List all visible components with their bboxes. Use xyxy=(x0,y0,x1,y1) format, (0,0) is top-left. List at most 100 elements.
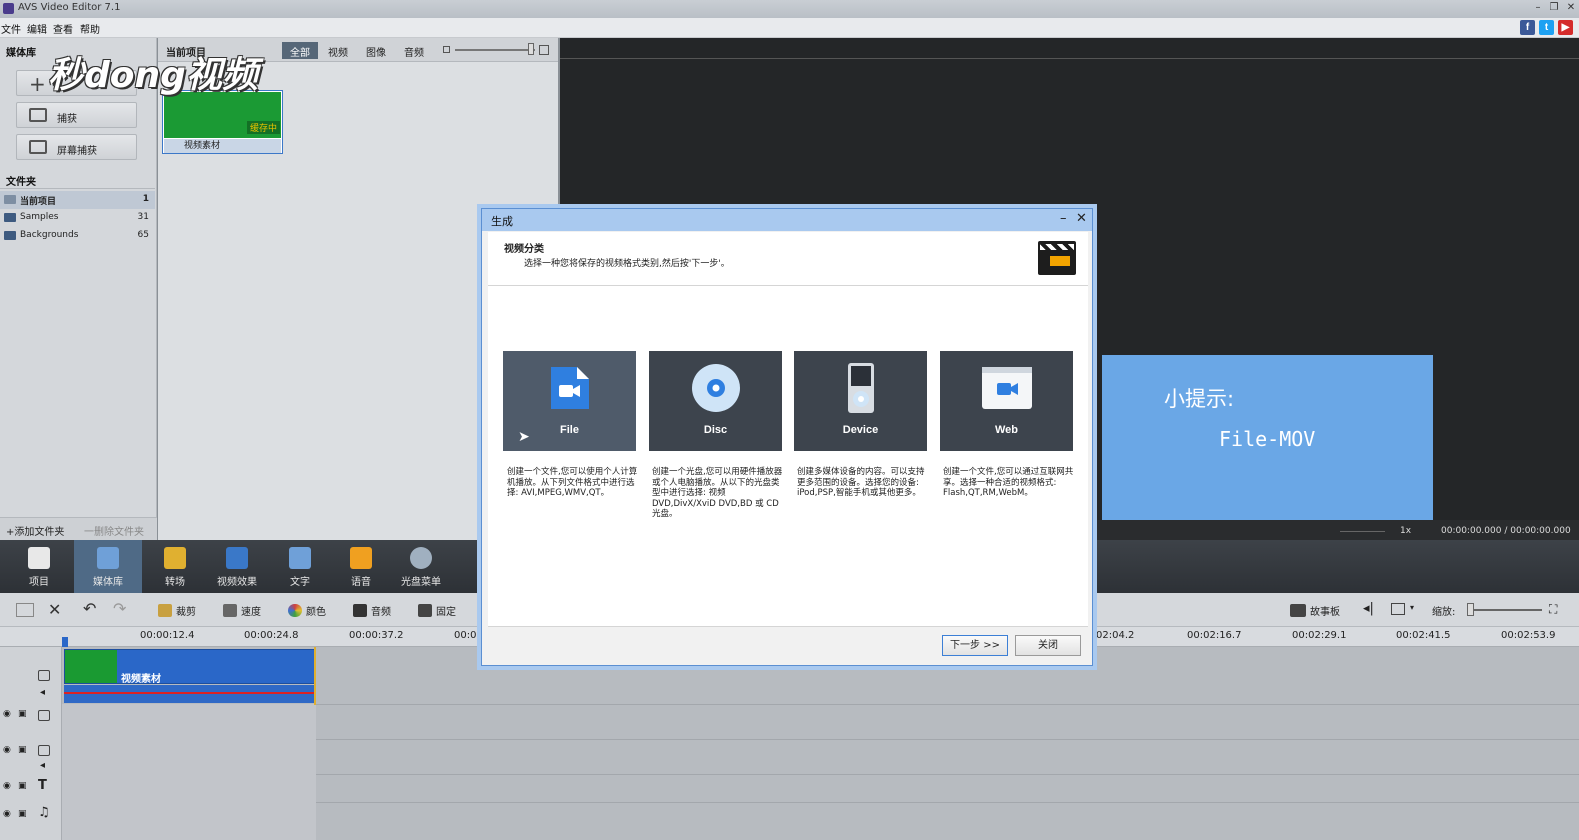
close-dialog-icon[interactable]: ✕ xyxy=(1076,211,1087,226)
mute-icon[interactable]: ◂ xyxy=(40,760,45,771)
mode-project[interactable]: 项目 xyxy=(8,540,70,593)
transition-icon xyxy=(164,547,186,569)
mode-transitions[interactable]: 转场 xyxy=(144,540,206,593)
fit-timeline-icon[interactable]: ⛶ xyxy=(1549,602,1557,617)
audio-clip[interactable] xyxy=(64,685,316,703)
display-mode-icon[interactable] xyxy=(1391,603,1405,615)
zoom-slider[interactable] xyxy=(1468,609,1542,611)
split-icon[interactable] xyxy=(16,603,34,617)
lock-icon[interactable]: ▣ xyxy=(18,809,27,819)
produce-dialog: 生成 – ✕ 视频分类 选择一种您将保存的视频格式类别,然后按'下一步'。 Fi… xyxy=(481,208,1093,666)
trim-icon xyxy=(158,604,172,617)
folder-current-project[interactable]: 当前项目 1 xyxy=(0,191,155,209)
project-range xyxy=(62,704,316,840)
delete-icon[interactable]: ✕ xyxy=(48,600,61,619)
eye-icon[interactable]: ◉ xyxy=(3,745,11,755)
minimize-dialog-icon[interactable]: – xyxy=(1060,211,1067,226)
menu-view[interactable]: 查看 xyxy=(53,21,73,36)
slider-handle[interactable] xyxy=(528,43,534,55)
small-thumb-icon[interactable] xyxy=(443,46,450,53)
tip-title: 小提示: xyxy=(1164,387,1235,411)
eye-icon[interactable]: ◉ xyxy=(3,709,11,719)
folder-backgrounds[interactable]: Backgrounds 65 xyxy=(0,227,155,245)
menu-edit[interactable]: 编辑 xyxy=(27,21,47,36)
minimize-button[interactable]: – xyxy=(1531,1,1545,15)
filter-video-tab[interactable]: 视频 xyxy=(320,42,356,59)
ruler-tick: 00:02:41.5 xyxy=(1396,630,1451,641)
chevron-down-icon[interactable]: ▾ xyxy=(1410,603,1414,612)
large-thumb-icon[interactable] xyxy=(539,45,549,55)
folder-count: 65 xyxy=(137,230,149,240)
close-window-button[interactable]: ✕ xyxy=(1564,1,1578,15)
filter-all-tab[interactable]: 全部 xyxy=(282,42,318,59)
effect-track-icon xyxy=(38,710,50,721)
twitter-icon[interactable]: t xyxy=(1539,20,1554,35)
filter-image-tab[interactable]: 图像 xyxy=(358,42,394,59)
lock-icon[interactable]: ▣ xyxy=(18,709,27,719)
zoom-handle[interactable] xyxy=(1467,603,1474,616)
facebook-icon[interactable]: f xyxy=(1520,20,1535,35)
storyboard-toggle[interactable]: 故事板 xyxy=(1290,603,1340,618)
eye-icon[interactable]: ◉ xyxy=(3,781,11,791)
add-folder-button[interactable]: +添加文件夹 xyxy=(6,523,64,538)
delete-folder-button[interactable]: 一删除文件夹 xyxy=(84,523,144,538)
youtube-icon[interactable]: ▶ xyxy=(1558,20,1573,35)
eye-icon[interactable]: ◉ xyxy=(3,809,11,819)
overlay-track-icon xyxy=(38,745,50,756)
trim-tool[interactable]: 裁剪 xyxy=(158,603,196,618)
freeze-tool[interactable]: 固定 xyxy=(418,603,456,618)
color-tool[interactable]: 颜色 xyxy=(288,603,326,618)
mode-label: 项目 xyxy=(29,577,49,588)
video-clip[interactable]: 视频素材 xyxy=(64,649,316,685)
folder-samples[interactable]: Samples 31 xyxy=(0,209,155,227)
volume-line xyxy=(64,692,316,694)
undo-icon[interactable]: ↶ xyxy=(83,599,96,618)
category-web-card[interactable]: Web xyxy=(940,351,1073,451)
mode-voice[interactable]: 语音 xyxy=(330,540,392,593)
audio-tool[interactable]: 音频 xyxy=(353,603,391,618)
speed-tool[interactable]: 速度 xyxy=(223,603,261,618)
clip-name: 视频素材 xyxy=(121,674,161,685)
filter-audio-tab[interactable]: 音频 xyxy=(396,42,432,59)
category-disc-card[interactable]: Disc xyxy=(649,351,782,451)
dialog-title: 生成 xyxy=(491,215,513,228)
mode-video-effects[interactable]: 视频效果 xyxy=(206,540,268,593)
folder-icon xyxy=(4,195,16,204)
category-label: Device xyxy=(842,424,879,436)
mute-icon[interactable]: ◂ xyxy=(40,687,45,698)
next-button[interactable]: 下一步 >> xyxy=(942,635,1008,656)
speed-slider[interactable] xyxy=(1340,531,1385,532)
lock-icon[interactable]: ▣ xyxy=(18,781,27,791)
watermark-logo: 秒dong视频 xyxy=(48,55,258,96)
menu-file[interactable]: 文件 xyxy=(1,21,21,36)
restore-button[interactable]: ❐ xyxy=(1547,1,1561,15)
mode-disc-menu[interactable]: 光盘菜单 xyxy=(390,540,452,593)
mode-text[interactable]: 文字 xyxy=(269,540,331,593)
playhead-marker[interactable] xyxy=(62,637,68,647)
media-library-icon xyxy=(97,547,119,569)
lock-icon[interactable]: ▣ xyxy=(18,745,27,755)
thumbnail-size-slider[interactable] xyxy=(455,49,535,51)
clapper-arrow-icon xyxy=(1038,241,1076,275)
screen-capture-button[interactable]: 屏幕捕获 xyxy=(16,134,137,160)
mode-label: 光盘菜单 xyxy=(401,577,441,588)
menu-help[interactable]: 帮助 xyxy=(80,21,100,36)
tool-label: 音频 xyxy=(371,607,391,618)
close-button[interactable]: 关闭 xyxy=(1015,635,1081,656)
category-device-card[interactable]: Device xyxy=(794,351,927,451)
mode-label: 媒体库 xyxy=(93,577,123,588)
mode-media-library[interactable]: 媒体库 xyxy=(74,540,142,593)
time-readout: 00:00:00.000 / 00:00:00.000 xyxy=(1441,526,1571,536)
audio-levels-icon[interactable]: ◂| xyxy=(1363,601,1374,616)
capture-button[interactable]: 捕获 xyxy=(16,102,137,128)
mode-label: 语音 xyxy=(351,577,371,588)
folder-icon xyxy=(4,231,16,240)
redo-icon[interactable]: ↷ xyxy=(113,599,126,618)
text-track-icon: T xyxy=(38,778,47,793)
media-thumbnail[interactable]: 缓存中 视频素材 xyxy=(162,90,283,154)
folder-name: 当前项目 xyxy=(20,197,57,207)
clip-end-marker[interactable] xyxy=(314,647,316,705)
tip-overlay: 小提示: File-MOV xyxy=(1102,355,1433,520)
ruler-tick: 02:04.2 xyxy=(1096,630,1135,641)
folder-icon xyxy=(4,213,16,222)
